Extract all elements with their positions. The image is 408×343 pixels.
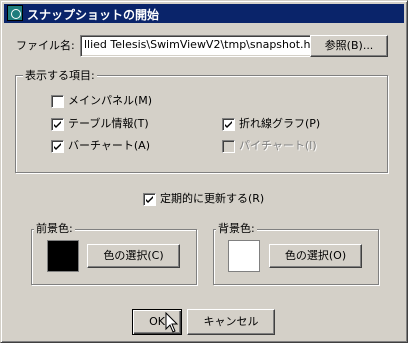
foreground-color-button[interactable]: 色の選択(C) [87,244,180,268]
check-icon [54,143,61,150]
foreground-color-legend: 前景色: [34,222,75,235]
line-graph-label[interactable]: 折れ線グラフ(P) [239,117,320,131]
line-graph-checkbox[interactable] [222,118,235,131]
background-color-button[interactable]: 色の選択(O) [269,244,362,268]
periodic-update-label[interactable]: 定期的に更新する(R) [160,192,264,206]
table-info-label[interactable]: テーブル情報(T) [68,117,149,131]
pie-chart-checkbox [222,140,235,153]
foreground-color-swatch [47,240,79,272]
pie-chart-label: パイチャート(I) [239,139,317,152]
cancel-button[interactable]: キャンセル [187,309,275,335]
table-info-checkbox[interactable] [51,118,64,131]
display-items-legend: 表示する項目: [23,69,97,82]
check-icon [225,121,232,128]
main-panel-label[interactable]: メインパネル(M) [68,94,152,108]
app-icon [7,5,23,21]
mouse-cursor-icon [165,312,179,333]
title-bar[interactable]: スナップショットの開始 [4,4,404,23]
periodic-update-checkbox[interactable] [143,193,156,206]
window-title: スナップショットの開始 [27,8,160,22]
bar-chart-checkbox[interactable] [51,140,64,153]
snapshot-dialog: スナップショットの開始 ファイル名: llied Telesis\SwimVie… [0,0,408,343]
background-color-swatch [228,240,260,272]
browse-button[interactable]: 参照(B)... [310,35,388,57]
bar-chart-label[interactable]: バーチャート(A) [68,139,150,153]
check-icon [146,196,153,203]
check-icon [54,121,61,128]
file-name-label: ファイル名: [16,39,75,52]
background-color-legend: 背景色: [216,222,257,235]
main-panel-checkbox[interactable] [51,95,64,108]
file-name-input[interactable]: llied Telesis\SwimViewV2\tmp\snapshot.ht… [80,35,333,57]
